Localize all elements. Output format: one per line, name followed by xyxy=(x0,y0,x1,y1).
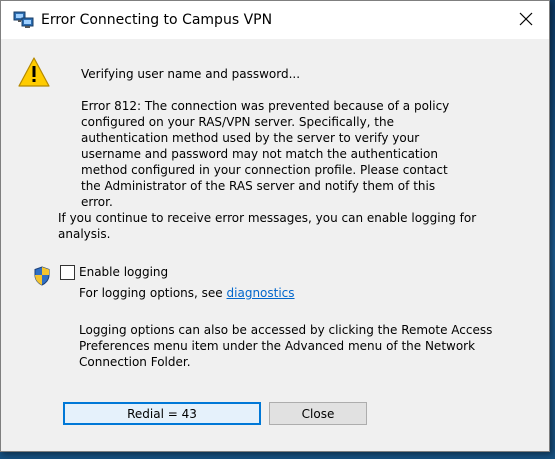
close-button[interactable]: Close xyxy=(269,402,367,425)
diagnostics-link[interactable]: diagnostics xyxy=(227,286,295,300)
redial-button[interactable]: Redial = 43 xyxy=(63,402,261,425)
dialog-content: Verifying user name and password... Erro… xyxy=(1,39,549,451)
enable-logging-checkbox[interactable] xyxy=(60,265,75,280)
uac-shield-icon xyxy=(33,266,51,286)
warning-icon xyxy=(17,56,51,88)
error-dialog: Error Connecting to Campus VPN Verifying… xyxy=(0,0,550,452)
window-title: Error Connecting to Campus VPN xyxy=(41,12,273,28)
enable-logging-label[interactable]: Enable logging xyxy=(79,264,168,280)
continue-message: If you continue to receive error message… xyxy=(58,211,477,241)
logging-options-text: For logging options, see diagnostics xyxy=(79,285,295,301)
close-icon[interactable] xyxy=(503,1,549,37)
logging-options-prefix: For logging options, see xyxy=(79,286,227,300)
error-message: Error 812: The connection was prevented … xyxy=(81,99,450,209)
title-bar: Error Connecting to Campus VPN xyxy=(1,1,549,39)
access-note: Logging options can also be accessed by … xyxy=(79,323,493,369)
status-message: Verifying user name and password... xyxy=(81,67,301,81)
vpn-network-icon xyxy=(13,11,35,29)
